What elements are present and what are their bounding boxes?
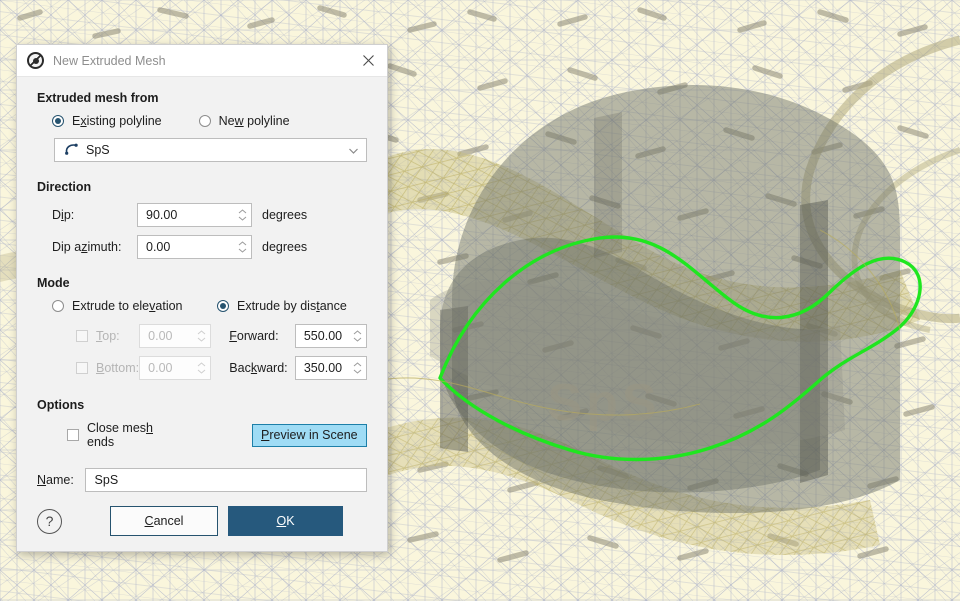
top-stepper <box>193 325 210 347</box>
radio-existing-polyline-indicator <box>52 115 64 127</box>
forward-value: 550.00 <box>304 329 349 343</box>
source-radio-group: Existing polyline New polyline <box>52 114 367 128</box>
dialog-body: Extruded mesh from Existing polyline New… <box>17 77 387 492</box>
name-input[interactable]: SpS <box>85 468 367 492</box>
top-label: Top: <box>96 329 139 343</box>
dip-stepper[interactable] <box>234 204 251 226</box>
dip-azimuth-input[interactable]: 0.00 <box>137 235 252 259</box>
dip-azimuth-row: Dip azimuth: 0.00 degrees <box>52 235 367 259</box>
dialog-titlebar[interactable]: New Extruded Mesh <box>17 45 387 77</box>
dialog-title: New Extruded Mesh <box>53 54 353 68</box>
radio-extrude-by-distance[interactable]: Extrude by distance <box>217 299 347 313</box>
top-forward-row: Top: 0.00 Forward: 550.00 <box>76 324 367 348</box>
group-title-source: Extruded mesh from <box>37 91 367 105</box>
mode-radio-group: Extrude to elevation Extrude by distance <box>52 299 367 313</box>
radio-extrude-by-distance-label: Extrude by distance <box>237 299 347 313</box>
new-extruded-mesh-dialog: New Extruded Mesh Extruded mesh from Exi… <box>16 44 388 552</box>
backward-label: Backward: <box>229 361 295 375</box>
close-icon[interactable] <box>353 47 383 75</box>
forward-input[interactable]: 550.00 <box>295 324 367 348</box>
backward-value: 350.00 <box>304 361 349 375</box>
bottom-backward-row: Bottom: 0.00 Backward: 350.00 <box>76 356 367 380</box>
options-row: Close mesh ends Preview in Scene <box>67 421 367 449</box>
name-row: Name: SpS <box>37 468 367 492</box>
help-icon[interactable]: ? <box>37 509 62 534</box>
polyline-icon <box>63 143 79 157</box>
chevron-down-icon <box>347 144 360 157</box>
forward-stepper[interactable] <box>349 325 366 347</box>
dip-azimuth-unit: degrees <box>262 240 307 254</box>
radio-new-polyline-label: New polyline <box>219 114 290 128</box>
bottom-checkbox[interactable] <box>76 362 88 374</box>
dip-value: 90.00 <box>146 208 234 222</box>
ok-button[interactable]: OK <box>228 506 343 536</box>
bottom-stepper <box>193 357 210 379</box>
radio-extrude-to-elevation-label: Extrude to elevation <box>72 299 183 313</box>
dip-azimuth-stepper[interactable] <box>234 236 251 258</box>
bottom-value: 0.00 <box>148 361 193 375</box>
app-logo-icon <box>27 52 44 69</box>
radio-new-polyline-indicator <box>199 115 211 127</box>
radio-extrude-to-elevation[interactable]: Extrude to elevation <box>52 299 217 313</box>
radio-extrude-to-elevation-indicator <box>52 300 64 312</box>
existing-polyline-select[interactable]: SpS <box>54 138 367 162</box>
radio-existing-polyline[interactable]: Existing polyline <box>52 114 162 128</box>
cancel-button[interactable]: Cancel <box>110 506 218 536</box>
dip-azimuth-value: 0.00 <box>146 240 234 254</box>
group-title-options: Options <box>37 398 367 412</box>
top-value: 0.00 <box>148 329 193 343</box>
group-title-direction: Direction <box>37 180 367 194</box>
dip-label: Dip: <box>52 208 137 222</box>
bottom-label: Bottom: <box>96 361 139 375</box>
backward-input[interactable]: 350.00 <box>295 356 367 380</box>
app-window: SpS New Extruded Mesh Ext <box>0 0 960 601</box>
dip-unit: degrees <box>262 208 307 222</box>
radio-existing-polyline-label: Existing polyline <box>72 114 162 128</box>
group-title-mode: Mode <box>37 276 367 290</box>
bottom-input: 0.00 <box>139 356 211 380</box>
dip-azimuth-label: Dip azimuth: <box>52 240 137 254</box>
backward-stepper[interactable] <box>349 357 366 379</box>
dip-input[interactable]: 90.00 <box>137 203 252 227</box>
dip-row: Dip: 90.00 degrees <box>52 203 367 227</box>
radio-extrude-by-distance-indicator <box>217 300 229 312</box>
close-mesh-ends-checkbox[interactable] <box>67 429 79 441</box>
close-mesh-ends-label: Close mesh ends <box>87 421 177 449</box>
radio-new-polyline[interactable]: New polyline <box>199 114 290 128</box>
existing-polyline-value: SpS <box>86 143 347 157</box>
forward-label: Forward: <box>229 329 295 343</box>
preview-in-scene-button[interactable]: Preview in Scene <box>252 424 367 447</box>
dialog-footer: ? Cancel OK <box>17 491 387 551</box>
top-checkbox[interactable] <box>76 330 88 342</box>
name-label: Name: <box>37 473 85 487</box>
top-input: 0.00 <box>139 324 211 348</box>
